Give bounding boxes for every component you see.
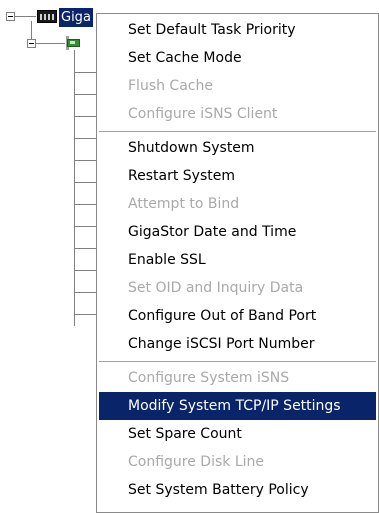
menu-item-configure-disk-line: Configure Disk Line xyxy=(128,454,265,470)
tree-branch xyxy=(74,226,96,227)
tree-branch xyxy=(74,248,96,249)
menu-item-set-spare-count[interactable]: Set Spare Count xyxy=(99,420,376,448)
menu-item-configure-system-isns: Configure System iSNS xyxy=(128,370,290,386)
rack-server-icon xyxy=(37,10,57,23)
tree-connector xyxy=(74,50,75,326)
menu-item-gigastor-date-and-time[interactable]: GigaStor Date and Time xyxy=(99,218,376,246)
menu-item-restart-system[interactable]: Restart System xyxy=(99,162,376,190)
tree-branch xyxy=(74,94,96,95)
context-menu: Set Default Task Priority Set Cache Mode… xyxy=(96,13,379,513)
screen: Giga Set Default Task Priority Set Cache… xyxy=(0,0,379,513)
tree-root-label[interactable]: Giga xyxy=(59,8,93,27)
tree-branch xyxy=(74,314,96,315)
menu-item-flush-cache: Flush Cache xyxy=(128,78,213,94)
tree-connector xyxy=(31,21,32,39)
menu-item-configure-out-of-band-port[interactable]: Configure Out of Band Port xyxy=(99,302,376,330)
network-card-icon xyxy=(66,36,82,50)
menu-separator xyxy=(99,131,376,133)
tree-branch xyxy=(74,116,96,117)
tree-collapse-toggle[interactable] xyxy=(6,12,15,21)
menu-item-attempt-to-bind: Attempt to Bind xyxy=(128,196,240,212)
tree-branch xyxy=(74,138,96,139)
menu-item-modify-system-tcpip-settings[interactable]: Modify System TCP/IP Settings xyxy=(99,392,376,420)
tree-branch xyxy=(74,72,96,73)
menu-separator xyxy=(99,361,376,363)
menu-item-shutdown-system[interactable]: Shutdown System xyxy=(99,134,376,162)
menu-item-set-oid-and-inquiry-data: Set OID and Inquiry Data xyxy=(128,280,304,296)
tree-branch xyxy=(74,204,96,205)
menu-item-set-default-task-priority[interactable]: Set Default Task Priority xyxy=(99,16,376,44)
menu-item-enable-ssl[interactable]: Enable SSL xyxy=(99,246,376,274)
tree-branch xyxy=(74,292,96,293)
tree-branch xyxy=(74,182,96,183)
menu-item-set-system-battery-policy[interactable]: Set System Battery Policy xyxy=(99,476,376,504)
tree-branch xyxy=(74,160,96,161)
tree-connector xyxy=(36,43,65,44)
tree-branch xyxy=(74,270,96,271)
tree-connector xyxy=(15,16,36,17)
menu-item-change-iscsi-port-number[interactable]: Change iSCSI Port Number xyxy=(99,330,376,358)
menu-item-configure-isns-client: Configure iSNS Client xyxy=(128,106,278,122)
tree-child-collapse-toggle[interactable] xyxy=(27,39,36,48)
menu-item-set-cache-mode[interactable]: Set Cache Mode xyxy=(99,44,376,72)
